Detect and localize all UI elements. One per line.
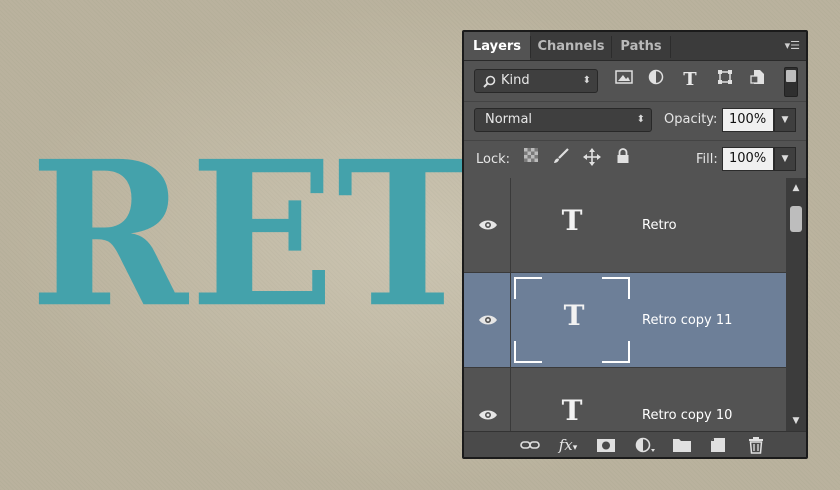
- layer-thumbnail[interactable]: T: [514, 372, 630, 431]
- blend-mode-value: Normal: [485, 112, 533, 127]
- lock-transparent-icon[interactable]: [520, 148, 542, 170]
- fill-dropdown-arrow-icon[interactable]: ▼: [774, 147, 796, 171]
- tab-paths[interactable]: Paths: [612, 32, 670, 60]
- lock-row: Lock: Fill: 100% ▼: [464, 141, 806, 179]
- lock-image-icon[interactable]: [550, 148, 572, 170]
- search-icon: [483, 75, 496, 88]
- panel-menu-icon[interactable]: ▾☰: [782, 39, 800, 53]
- opacity-label: Opacity:: [664, 112, 718, 127]
- filter-toggle-switch[interactable]: [784, 67, 798, 97]
- group-folder-icon[interactable]: [671, 435, 693, 455]
- layer-row-retro-copy-10[interactable]: T Retro copy 10: [464, 368, 786, 431]
- fill-field[interactable]: 100%: [722, 147, 774, 171]
- scroll-down-arrow-icon[interactable]: ▼: [790, 415, 802, 427]
- layers-panel: Layers Channels Paths ▾☰ Kind ⬍ T Normal…: [462, 30, 808, 459]
- opacity-dropdown-arrow-icon[interactable]: ▼: [774, 108, 796, 132]
- image-filter-icon[interactable]: [613, 69, 635, 91]
- layer-thumbnail-selected[interactable]: T: [514, 277, 630, 363]
- opacity-field[interactable]: 100%: [722, 108, 774, 132]
- lock-position-icon[interactable]: [581, 148, 603, 170]
- layers-list: T Retro T Retro copy 11 T Retro copy 10: [464, 178, 786, 431]
- eye-icon[interactable]: [478, 218, 498, 232]
- visibility-column: [464, 178, 511, 273]
- adjustment-layer-icon[interactable]: [634, 435, 656, 455]
- eye-icon[interactable]: [478, 408, 498, 422]
- fill-label: Fill:: [696, 152, 718, 167]
- eye-icon[interactable]: [478, 313, 498, 327]
- kind-filter-dropdown[interactable]: Kind ⬍: [474, 69, 598, 93]
- blend-mode-dropdown[interactable]: Normal ⬍: [474, 108, 652, 132]
- tab-channels[interactable]: Channels: [531, 32, 611, 60]
- updown-arrow-icon: ⬍: [636, 114, 645, 125]
- layer-mask-icon[interactable]: [595, 435, 617, 455]
- adjustment-filter-icon[interactable]: [645, 69, 667, 91]
- new-layer-icon[interactable]: [707, 435, 729, 455]
- type-layer-icon: T: [563, 299, 585, 332]
- layers-scrollbar[interactable]: ▲ ▼: [786, 178, 806, 431]
- layer-name[interactable]: Retro: [642, 218, 677, 233]
- filter-row: Kind ⬍ T: [464, 61, 806, 102]
- panel-tab-bar: Layers Channels Paths ▾☰: [464, 32, 806, 61]
- link-layers-icon[interactable]: [519, 435, 541, 455]
- layer-row-retro-copy-11[interactable]: T Retro copy 11: [464, 273, 786, 368]
- smart-object-filter-icon[interactable]: [747, 69, 769, 91]
- layer-name[interactable]: Retro copy 11: [642, 313, 732, 328]
- updown-arrow-icon: ⬍: [582, 75, 591, 86]
- type-layer-icon: T: [561, 204, 583, 237]
- layers-footer-toolbar: fx▾: [464, 431, 806, 457]
- tab-layers[interactable]: Layers: [464, 32, 530, 60]
- layer-name[interactable]: Retro copy 10: [642, 408, 732, 423]
- fx-icon[interactable]: fx▾: [557, 435, 579, 455]
- kind-filter-label: Kind: [501, 73, 530, 88]
- trash-icon[interactable]: [745, 435, 767, 455]
- type-layer-icon: T: [561, 394, 583, 427]
- shape-filter-icon[interactable]: [714, 69, 736, 91]
- scroll-up-arrow-icon[interactable]: ▲: [790, 182, 802, 194]
- visibility-column: [464, 368, 511, 431]
- scroll-thumb[interactable]: [790, 206, 802, 232]
- blend-row: Normal ⬍ Opacity: 100% ▼: [464, 102, 806, 141]
- lock-all-icon[interactable]: [612, 148, 634, 170]
- lock-label: Lock:: [476, 152, 511, 167]
- type-filter-icon[interactable]: T: [679, 69, 701, 91]
- layer-row-retro[interactable]: T Retro: [464, 178, 786, 273]
- visibility-column: [464, 273, 511, 368]
- layer-thumbnail[interactable]: T: [514, 182, 630, 268]
